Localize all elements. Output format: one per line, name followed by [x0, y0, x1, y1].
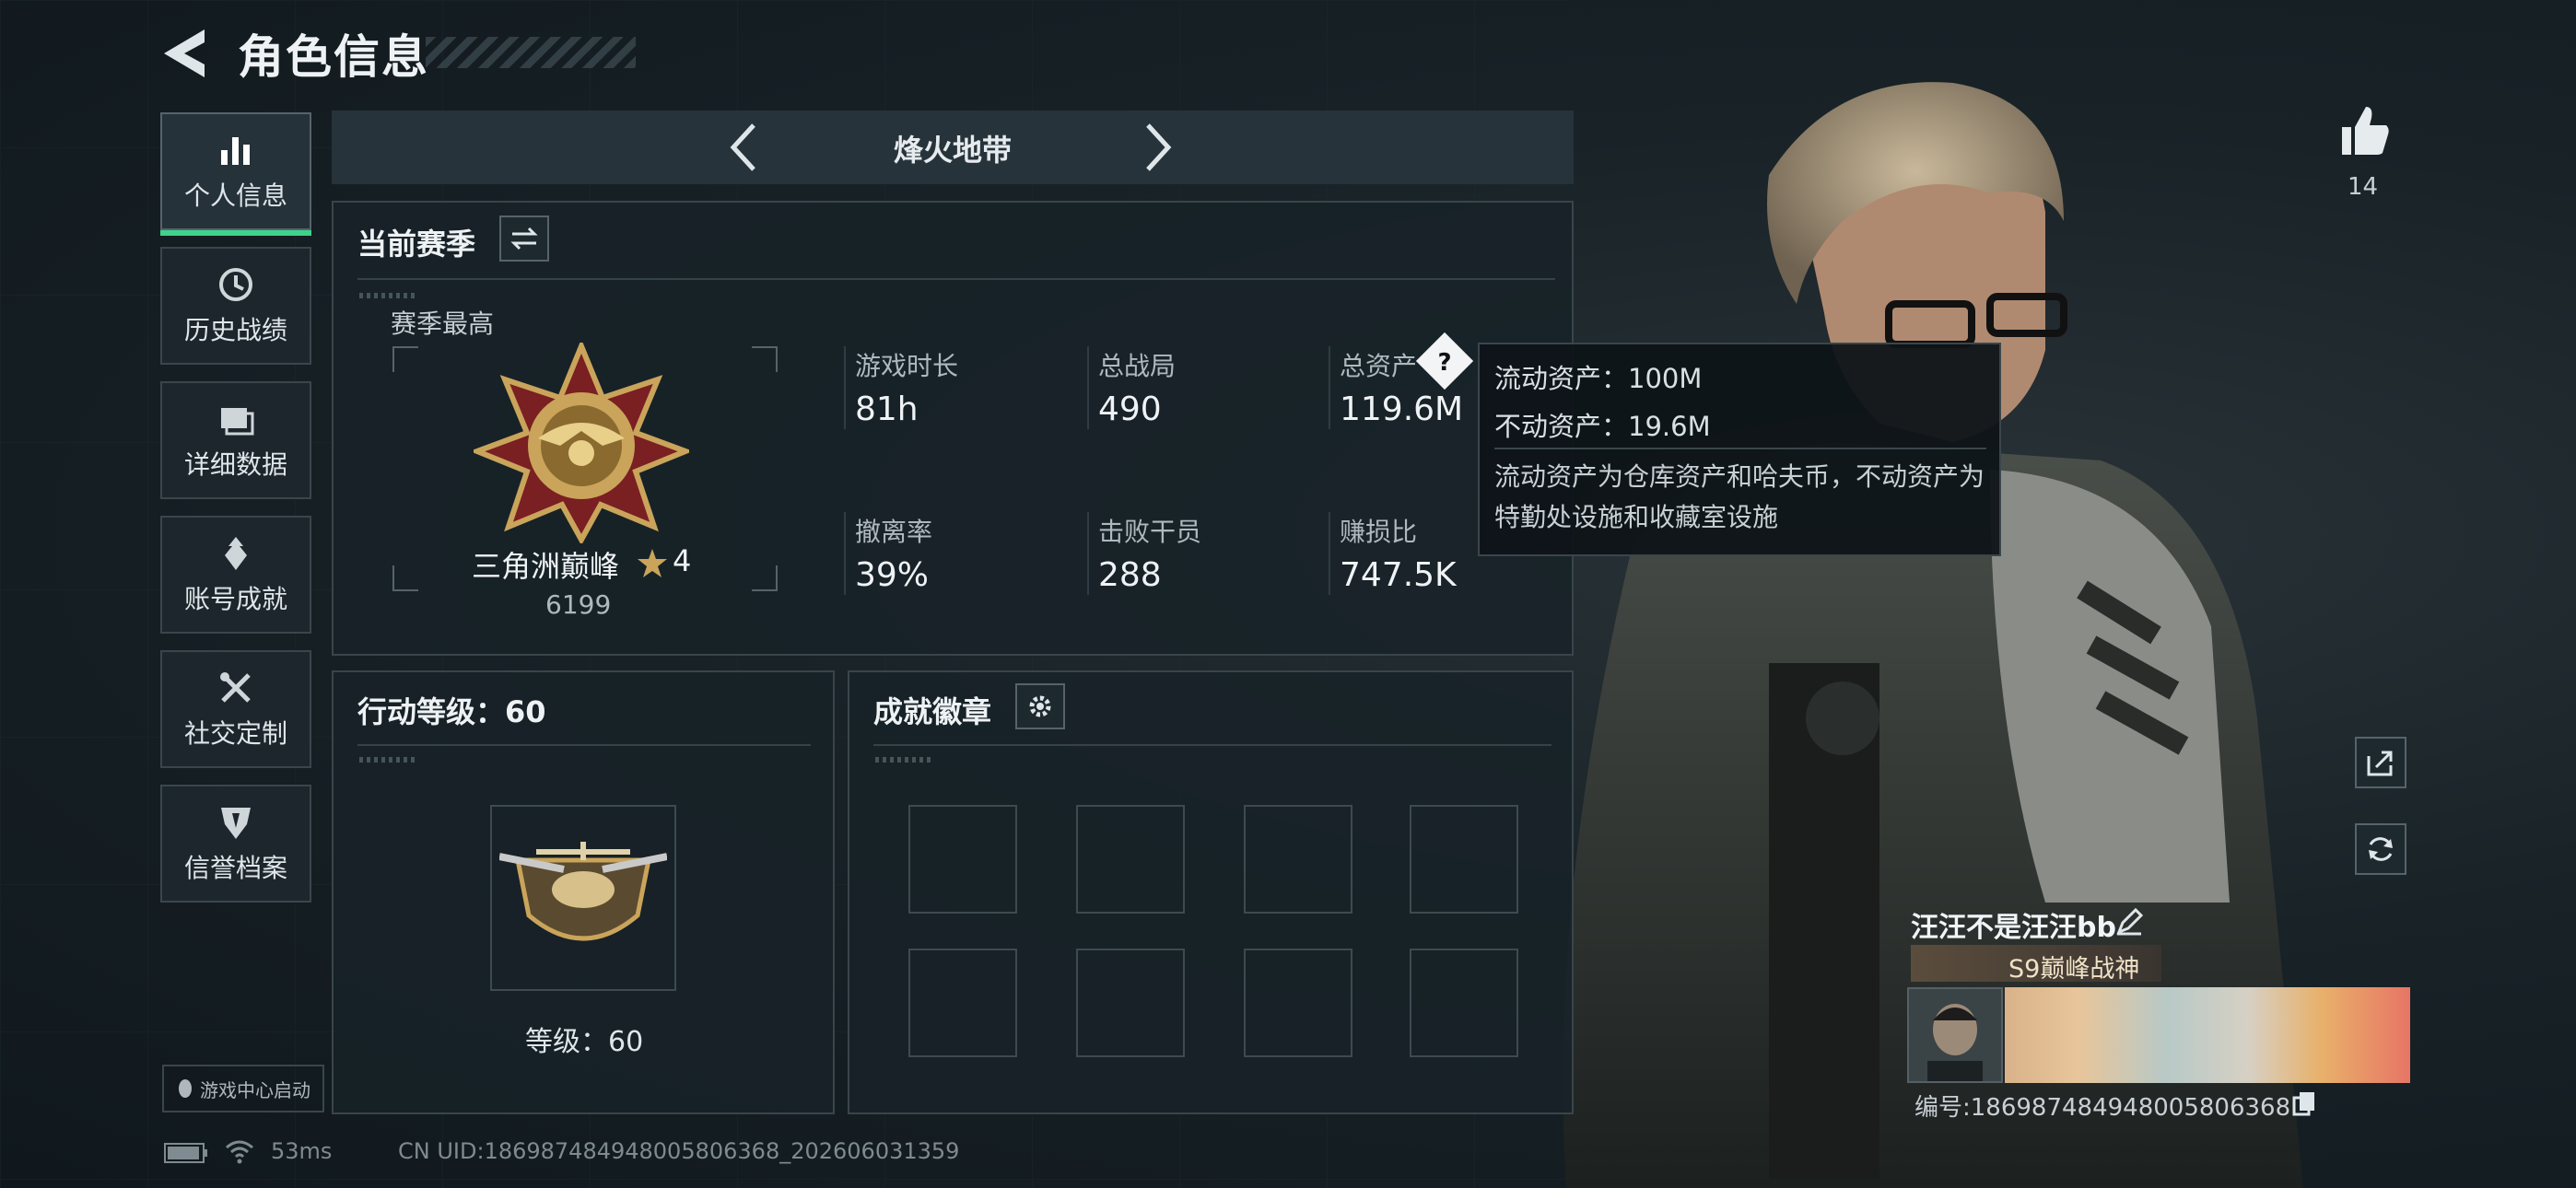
- sidebar-item-history[interactable]: 历史战绩: [160, 247, 311, 365]
- tooltip-description: 流动资产为仓库资产和哈夫币，不动资产为特勤处设施和收藏室设施: [1494, 461, 1985, 532]
- sidebar-item-credit[interactable]: 信誉档案: [160, 785, 311, 903]
- action-level-title: 行动等级：60: [357, 694, 546, 729]
- sidebar-item-label: 详细数据: [183, 449, 287, 480]
- tooltip-divider: [1494, 448, 1986, 449]
- divider: [357, 744, 811, 746]
- title-decoration: [426, 37, 636, 68]
- player-title: S9巅峰战神: [2008, 955, 2140, 984]
- stat-value: 490: [1098, 390, 1162, 428]
- sidebar-item-social[interactable]: 社交定制: [160, 650, 311, 768]
- stat-divider: [1087, 512, 1089, 595]
- refresh-icon: [2369, 837, 2393, 861]
- divider-decoration: [359, 293, 415, 298]
- stat-divider: [1329, 346, 1330, 429]
- chevron-right-icon[interactable]: [1128, 120, 1183, 175]
- badge-slot[interactable]: [1244, 805, 1352, 914]
- stat-divider: [844, 512, 846, 595]
- stat-divider: [1329, 512, 1330, 595]
- mode-title: 烽火地带: [893, 133, 1012, 168]
- avatar[interactable]: [1907, 987, 2003, 1083]
- level-text: 等级：60: [525, 1026, 644, 1058]
- badge-slot[interactable]: [1076, 805, 1185, 914]
- wifi-icon: [226, 1140, 253, 1164]
- sidebar-item-achievements[interactable]: 账号成就: [160, 516, 311, 634]
- back-arrow-icon[interactable]: [158, 24, 210, 83]
- stat-label: 总战局: [1098, 351, 1177, 381]
- badge-slot[interactable]: [908, 805, 1017, 914]
- page-title: 角色信息: [238, 30, 429, 84]
- like-count: 14: [2348, 173, 2379, 201]
- divider: [357, 278, 1555, 280]
- player-id: 编号:1869874849480058063​68: [1914, 1094, 2291, 1122]
- penguin-icon: [179, 1079, 192, 1098]
- stat-value: 81h: [855, 390, 919, 428]
- frame-corner: [752, 565, 778, 591]
- folder-icon: [221, 408, 254, 436]
- frame-corner: [752, 346, 778, 372]
- badge-slot[interactable]: [908, 949, 1017, 1057]
- divider-decoration: [359, 757, 415, 763]
- stat-label: 游戏时长: [855, 351, 959, 381]
- bar-chart-icon: [221, 137, 250, 165]
- mode-selector: 烽火地带: [332, 111, 1574, 184]
- history-icon: [219, 268, 252, 301]
- tools-icon: [220, 672, 251, 703]
- sidebar-item-label: 信誉档案: [183, 853, 287, 883]
- rank-name: 三角洲巅峰: [472, 549, 620, 584]
- uid-text: CN UID:1869874849480058063​68_2026060313…: [398, 1138, 960, 1164]
- tooltip-fixed: 不动资产：19.6M: [1494, 411, 1711, 442]
- divider-decoration: [875, 757, 931, 763]
- frame-corner: [392, 346, 418, 372]
- gear-icon: [1029, 695, 1051, 717]
- stat-divider: [1087, 346, 1089, 429]
- sidebar-item-profile[interactable]: 个人信息: [160, 112, 311, 236]
- stat-value: 39%: [855, 556, 930, 594]
- launch-label: 游戏中心启动: [200, 1078, 310, 1101]
- asset-tooltip: 流动资产：100M 不动资产：19.6M 流动资产为仓库资产和哈夫币，不动资产为…: [1478, 343, 2001, 556]
- stat-divider: [844, 346, 846, 429]
- star-icon: [638, 549, 667, 577]
- share-icon: [2367, 751, 2393, 776]
- tooltip-liquid: 流动资产：100M: [1494, 363, 1703, 394]
- copy-icon[interactable]: [2292, 1090, 2316, 1116]
- season-best-label: 赛季最高: [391, 309, 495, 339]
- badge-shield-icon: [221, 808, 251, 839]
- swap-icon: [510, 227, 538, 250]
- helicopter-emblem-icon: [499, 842, 667, 941]
- refresh-button[interactable]: [2355, 823, 2406, 875]
- rank-emblem-icon: [474, 343, 689, 543]
- badges-title: 成就徽章: [873, 694, 992, 729]
- player-banner: [2005, 987, 2410, 1083]
- badge-slot[interactable]: [1410, 805, 1518, 914]
- battery-icon: [164, 1143, 207, 1163]
- season-title: 当前赛季: [357, 227, 476, 262]
- sidebar-item-label: 个人信息: [183, 181, 287, 211]
- stat-value: 288: [1098, 556, 1162, 594]
- share-button[interactable]: [2355, 737, 2406, 788]
- rank-stars: 4: [673, 543, 692, 578]
- badge-slot[interactable]: [1076, 949, 1185, 1057]
- ping-text: 53ms: [271, 1138, 333, 1164]
- badge-settings-button[interactable]: [1015, 683, 1065, 729]
- edit-icon[interactable]: [2115, 908, 2143, 936]
- thumbs-up-icon[interactable]: [2336, 103, 2392, 158]
- sidebar-item-details[interactable]: 详细数据: [160, 381, 311, 499]
- stat-label: 击败干员: [1098, 517, 1202, 547]
- game-center-launch-button[interactable]: 游戏中心启动: [162, 1065, 324, 1112]
- divider: [873, 744, 1551, 746]
- badge-slot[interactable]: [1244, 949, 1352, 1057]
- player-name: 汪汪不是汪汪bb: [1911, 912, 2116, 944]
- rank-score: 6199: [545, 589, 612, 620]
- medal-icon: [225, 537, 247, 570]
- sidebar-item-label: 社交定制: [183, 718, 287, 749]
- sidebar-item-label: 历史战绩: [183, 315, 287, 345]
- switch-season-button[interactable]: [499, 215, 549, 262]
- sidebar-item-label: 账号成就: [183, 584, 287, 614]
- frame-corner: [392, 565, 418, 591]
- avatar-face-icon: [1909, 989, 2001, 1081]
- stat-label: 撤离率: [855, 517, 933, 547]
- badge-slot[interactable]: [1410, 949, 1518, 1057]
